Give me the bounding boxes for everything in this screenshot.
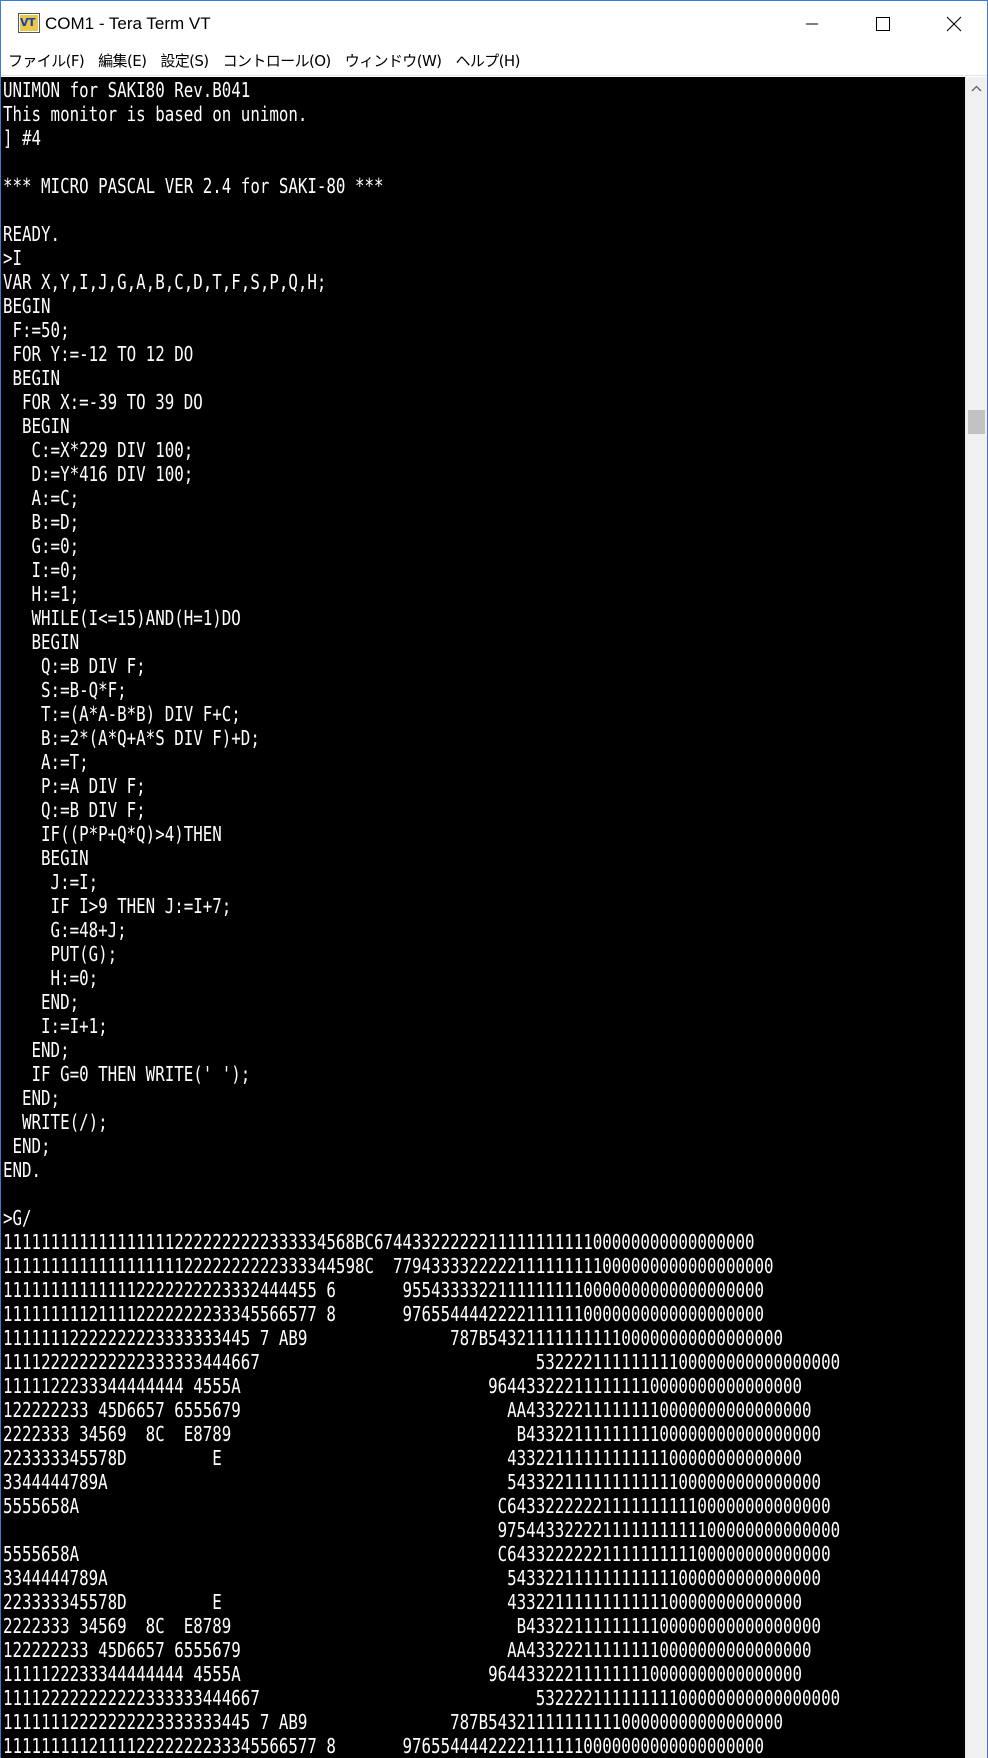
terminal-line: ] #4 [3,126,42,150]
app-icon-label: VT [20,16,36,29]
terminal-line: G:=0; [3,534,80,558]
terminal-line: BEGIN [3,294,51,318]
minimize-icon [806,23,818,25]
terminal-line: A:=C; [3,486,80,510]
terminal-line: BEGIN [3,414,70,438]
terminal-line: FOR X:=-39 TO 39 DO [3,390,203,414]
maximize-button[interactable] [848,1,918,47]
terminal-line: I:=I+1; [3,1014,108,1038]
menu-help[interactable]: ヘルプ(H) [448,48,526,74]
terminal-line: END; [3,1134,51,1158]
terminal-line: H:=1; [3,582,80,606]
terminal-line: >G/ [3,1206,32,1230]
terminal-line: 5555658A C643322222211111111110000000000… [3,1494,831,1518]
terminal-line: 111111111211112222222233345566577 8 9765… [3,1302,764,1326]
window-title: COM1 - Tera Term VT [45,14,211,33]
terminal-line: 223333345578D E 433221111111111110000000… [3,1446,803,1470]
terminal-line: 11111111111111111112222222222333344598C … [3,1254,774,1278]
terminal-line: B:=2*(A*Q+A*S DIV F)+D; [3,726,260,750]
terminal-line: H:=0; [3,966,99,990]
terminal-line: 11111112222222223333333445 7 AB9 787B543… [3,1710,784,1734]
terminal-line: A:=T; [3,750,89,774]
terminal-line: I:=0; [3,558,80,582]
terminal-line: IF((P*P+Q*Q)>4)THEN [3,822,222,846]
scrollbar-thumb[interactable] [968,410,985,434]
chevron-up-icon [971,85,982,91]
menu-bar: ファイル(F) 編集(E) 設定(S) コントロール(O) ウィンドウ(W) ヘ… [1,47,987,76]
terminal-line: 122222233 45D6657 6555679 AA433222111111… [3,1398,812,1422]
terminal-line: F:=50; [3,318,70,342]
terminal-line: 3344444789A 5433221111111111110000000000… [3,1566,822,1590]
terminal-line: G:=48+J; [3,918,127,942]
terminal-line: FOR Y:=-12 TO 12 DO [3,342,194,366]
terminal-line: 1111122233344444444 4555A 96443322211111… [3,1662,803,1686]
terminal-line: WRITE(/); [3,1110,108,1134]
title-bar[interactable]: VT COM1 - Tera Term VT [1,1,987,47]
terminal-line: 111122222222222333333444667 532222111111… [3,1350,841,1374]
terminal-line: IF G=0 THEN WRITE(' '); [3,1062,251,1086]
menu-window[interactable]: ウィンドウ(W) [338,48,449,74]
terminal-line: This monitor is based on unimon. [3,102,308,126]
minimize-button[interactable] [777,1,847,47]
terminal-line: 2222333 34569 8C E8789 B4332211111111100… [3,1422,822,1446]
terminal-line: D:=Y*416 DIV 100; [3,462,194,486]
terminal-line: 975443322221111111111100000000000000 [3,1518,841,1542]
menu-control[interactable]: コントロール(O) [216,48,338,74]
close-icon [946,16,962,32]
terminal-line: 5555658A C643322222211111111110000000000… [3,1542,831,1566]
terminal-line: BEGIN [3,366,61,390]
terminal-line: T:=(A*A-B*B) DIV F+C; [3,702,241,726]
terminal-line: J:=I; [3,870,99,894]
terminal-output: UNIMON for SAKI80 Rev.B041 This monitor i… [3,78,965,1758]
tera-term-window: VT COM1 - Tera Term VT ファイル(F) 編集(E) 設定(… [0,0,988,1758]
terminal-line: 1111122233344444444 4555A 96443322211111… [3,1374,803,1398]
terminal-line: 3344444789A 5433221111111111110000000000… [3,1470,822,1494]
terminal-line: *** MICRO PASCAL VER 2.4 for SAKI-80 *** [3,174,384,198]
terminal-line: READY. [3,222,61,246]
tera-term-app-icon[interactable]: VT [18,13,40,33]
terminal-line: IF I>9 THEN J:=I+7; [3,894,232,918]
terminal-line: WHILE(I<=15)AND(H=1)DO [3,606,241,630]
terminal-line: S:=B-Q*F; [3,678,127,702]
terminal-line: 122222233 45D6657 6555679 AA433222111111… [3,1638,812,1662]
terminal-line: 11111112222222223333333445 7 AB9 787B543… [3,1326,784,1350]
vertical-scrollbar[interactable] [965,77,987,1758]
terminal-line: 111111111111112222222223332444455 6 9554… [3,1278,764,1302]
menu-edit[interactable]: 編集(E) [91,48,153,74]
terminal-line: END. [3,1158,42,1182]
terminal-line: PUT(G); [3,942,118,966]
terminal-line: B:=D; [3,510,80,534]
terminal-line: 111111111211112222222233345566577 8 9765… [3,1734,764,1758]
terminal-line: Q:=B DIV F; [3,798,146,822]
terminal-line: END; [3,1038,70,1062]
terminal-line: 223333345578D E 433221111111111110000000… [3,1590,803,1614]
terminal-line: END; [3,1086,61,1110]
terminal-line: Q:=B DIV F; [3,654,146,678]
terminal-line: UNIMON for SAKI80 Rev.B041 [3,78,251,102]
menu-file[interactable]: ファイル(F) [1,48,91,74]
terminal-line: 2222333 34569 8C E8789 B4332211111111100… [3,1614,822,1638]
terminal-line: BEGIN [3,846,89,870]
terminal-line: 111122222222222333333444667 532222111111… [3,1686,841,1710]
terminal-line: VAR X,Y,I,J,G,A,B,C,D,T,F,S,P,Q,H; [3,270,327,294]
maximize-icon [876,17,890,31]
terminal-line: BEGIN [3,630,80,654]
close-button[interactable] [919,1,987,47]
terminal-line: >I [3,246,23,270]
terminal-line: END; [3,990,80,1014]
scroll-up-button[interactable] [966,77,987,99]
terminal-screen[interactable]: UNIMON for SAKI80 Rev.B041 This monitor i… [1,77,965,1758]
menu-setup[interactable]: 設定(S) [153,48,215,74]
terminal-line: P:=A DIV F; [3,774,146,798]
terminal-line: C:=X*229 DIV 100; [3,438,194,462]
terminal-line: 1111111111111111112222222222333334568BC6… [3,1230,755,1254]
